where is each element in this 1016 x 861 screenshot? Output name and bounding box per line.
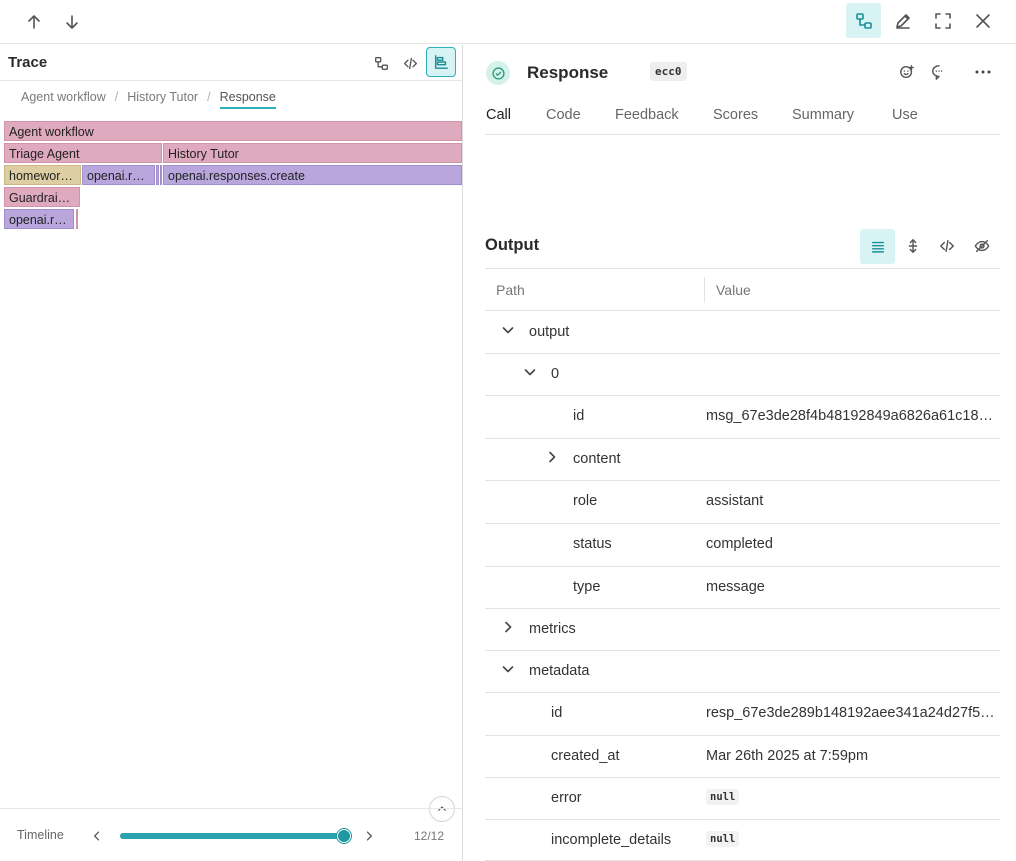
code-view-icon[interactable] [936,235,958,257]
table-row[interactable]: type message [485,567,1000,609]
hide-eye-icon[interactable] [971,235,993,257]
version-badge[interactable]: ecc0 [650,62,687,81]
span-openai-guardrail[interactable]: openai.r… [4,209,74,229]
code-view-icon[interactable] [399,52,421,74]
more-options-icon[interactable] [971,61,995,83]
breadcrumb: Agent workflow / History Tutor / Respons… [21,90,276,109]
value-column-header: Value [716,282,751,298]
top-toolbar [0,0,1016,44]
fullscreen-icon[interactable] [930,8,956,34]
span-history-tutor[interactable]: History Tutor [163,143,462,163]
table-row[interactable]: error null [485,778,1000,820]
list-view-icon[interactable] [860,229,895,264]
span-guardrail[interactable]: Guardrai… [4,187,80,207]
breadcrumb-response[interactable]: Response [220,90,276,109]
span-agent-workflow[interactable]: Agent workflow [4,121,462,141]
tree-view-icon[interactable] [370,52,392,74]
path-column-header: Path [496,282,525,298]
expand-vertical-icon[interactable] [902,235,924,257]
table-row[interactable]: id msg_67e3de28f4b48192849a6826a61c18c… [485,396,1000,439]
span-openai-tiny-1[interactable] [156,165,159,185]
span-tiny[interactable] [76,209,78,229]
null-badge: null [706,789,739,805]
arrow-up-icon[interactable] [22,10,46,34]
span-openai-response[interactable]: openai.r… [82,165,155,185]
table-row[interactable]: 0 [485,354,1000,396]
table-row[interactable]: metadata [485,651,1000,693]
status-check-icon [486,61,510,85]
chevron-right-icon[interactable] [545,450,559,464]
close-icon[interactable] [970,8,996,34]
table-row[interactable]: role assistant [485,481,1000,524]
timeline-label: Timeline [17,828,64,842]
timeline-counter: 12/12 [414,829,444,843]
table-row[interactable]: content [485,439,1000,481]
tab-use[interactable]: Use [892,107,918,123]
response-panel: Response ecc0 Call Code Feedback Scores … [464,45,1016,861]
span-triage-agent[interactable]: Triage Agent [4,143,162,163]
table-row[interactable]: output [485,312,1000,354]
table-row[interactable]: metrics [485,609,1000,651]
timeline-bar: Timeline 12/12 [0,808,463,861]
trace-header: Trace [0,45,463,81]
timeline-progress [120,833,344,839]
chevron-down-icon[interactable] [501,323,515,337]
comment-icon[interactable] [928,61,950,83]
trace-tree-icon[interactable] [846,3,881,38]
response-title: Response [527,63,608,83]
tab-call[interactable]: Call [486,107,511,123]
timeline-next-icon[interactable] [360,827,378,845]
tab-summary[interactable]: Summary [792,107,854,123]
breadcrumb-agent-workflow[interactable]: Agent workflow [21,90,106,109]
timeline-track[interactable] [120,833,344,839]
timeline-slider-handle[interactable] [337,829,351,843]
tab-divider [485,134,1000,135]
timeline-prev-icon[interactable] [88,827,106,845]
chevron-down-icon[interactable] [501,662,515,676]
table-header: Path Value [485,269,1000,311]
chevron-right-icon[interactable] [501,620,515,634]
trace-title: Trace [8,54,47,71]
flamegraph-view-icon[interactable] [426,47,456,77]
table-row[interactable]: status completed [485,524,1000,567]
null-badge: null [706,831,739,847]
table-row[interactable]: incomplete_details null [485,820,1000,861]
table-row[interactable]: created_at Mar 26th 2025 at 7:59pm [485,736,1000,778]
span-openai-responses-create[interactable]: openai.responses.create [163,165,462,185]
arrow-down-icon[interactable] [60,10,84,34]
tab-code[interactable]: Code [546,107,581,123]
edit-pencil-icon[interactable] [890,8,916,34]
span-openai-tiny-2[interactable] [160,165,162,185]
tab-scores[interactable]: Scores [713,107,758,123]
trace-panel: Trace Agent workflow / History Tutor / R… [0,45,463,861]
table-row[interactable]: id resp_67e3de289b148192aee341a24d27f56… [485,693,1000,736]
add-reaction-icon[interactable] [896,61,918,83]
tab-feedback[interactable]: Feedback [615,107,679,123]
output-title: Output [485,236,539,255]
chevron-down-icon[interactable] [523,365,537,379]
breadcrumb-history-tutor[interactable]: History Tutor [127,90,198,109]
span-homework[interactable]: homewor… [4,165,81,185]
